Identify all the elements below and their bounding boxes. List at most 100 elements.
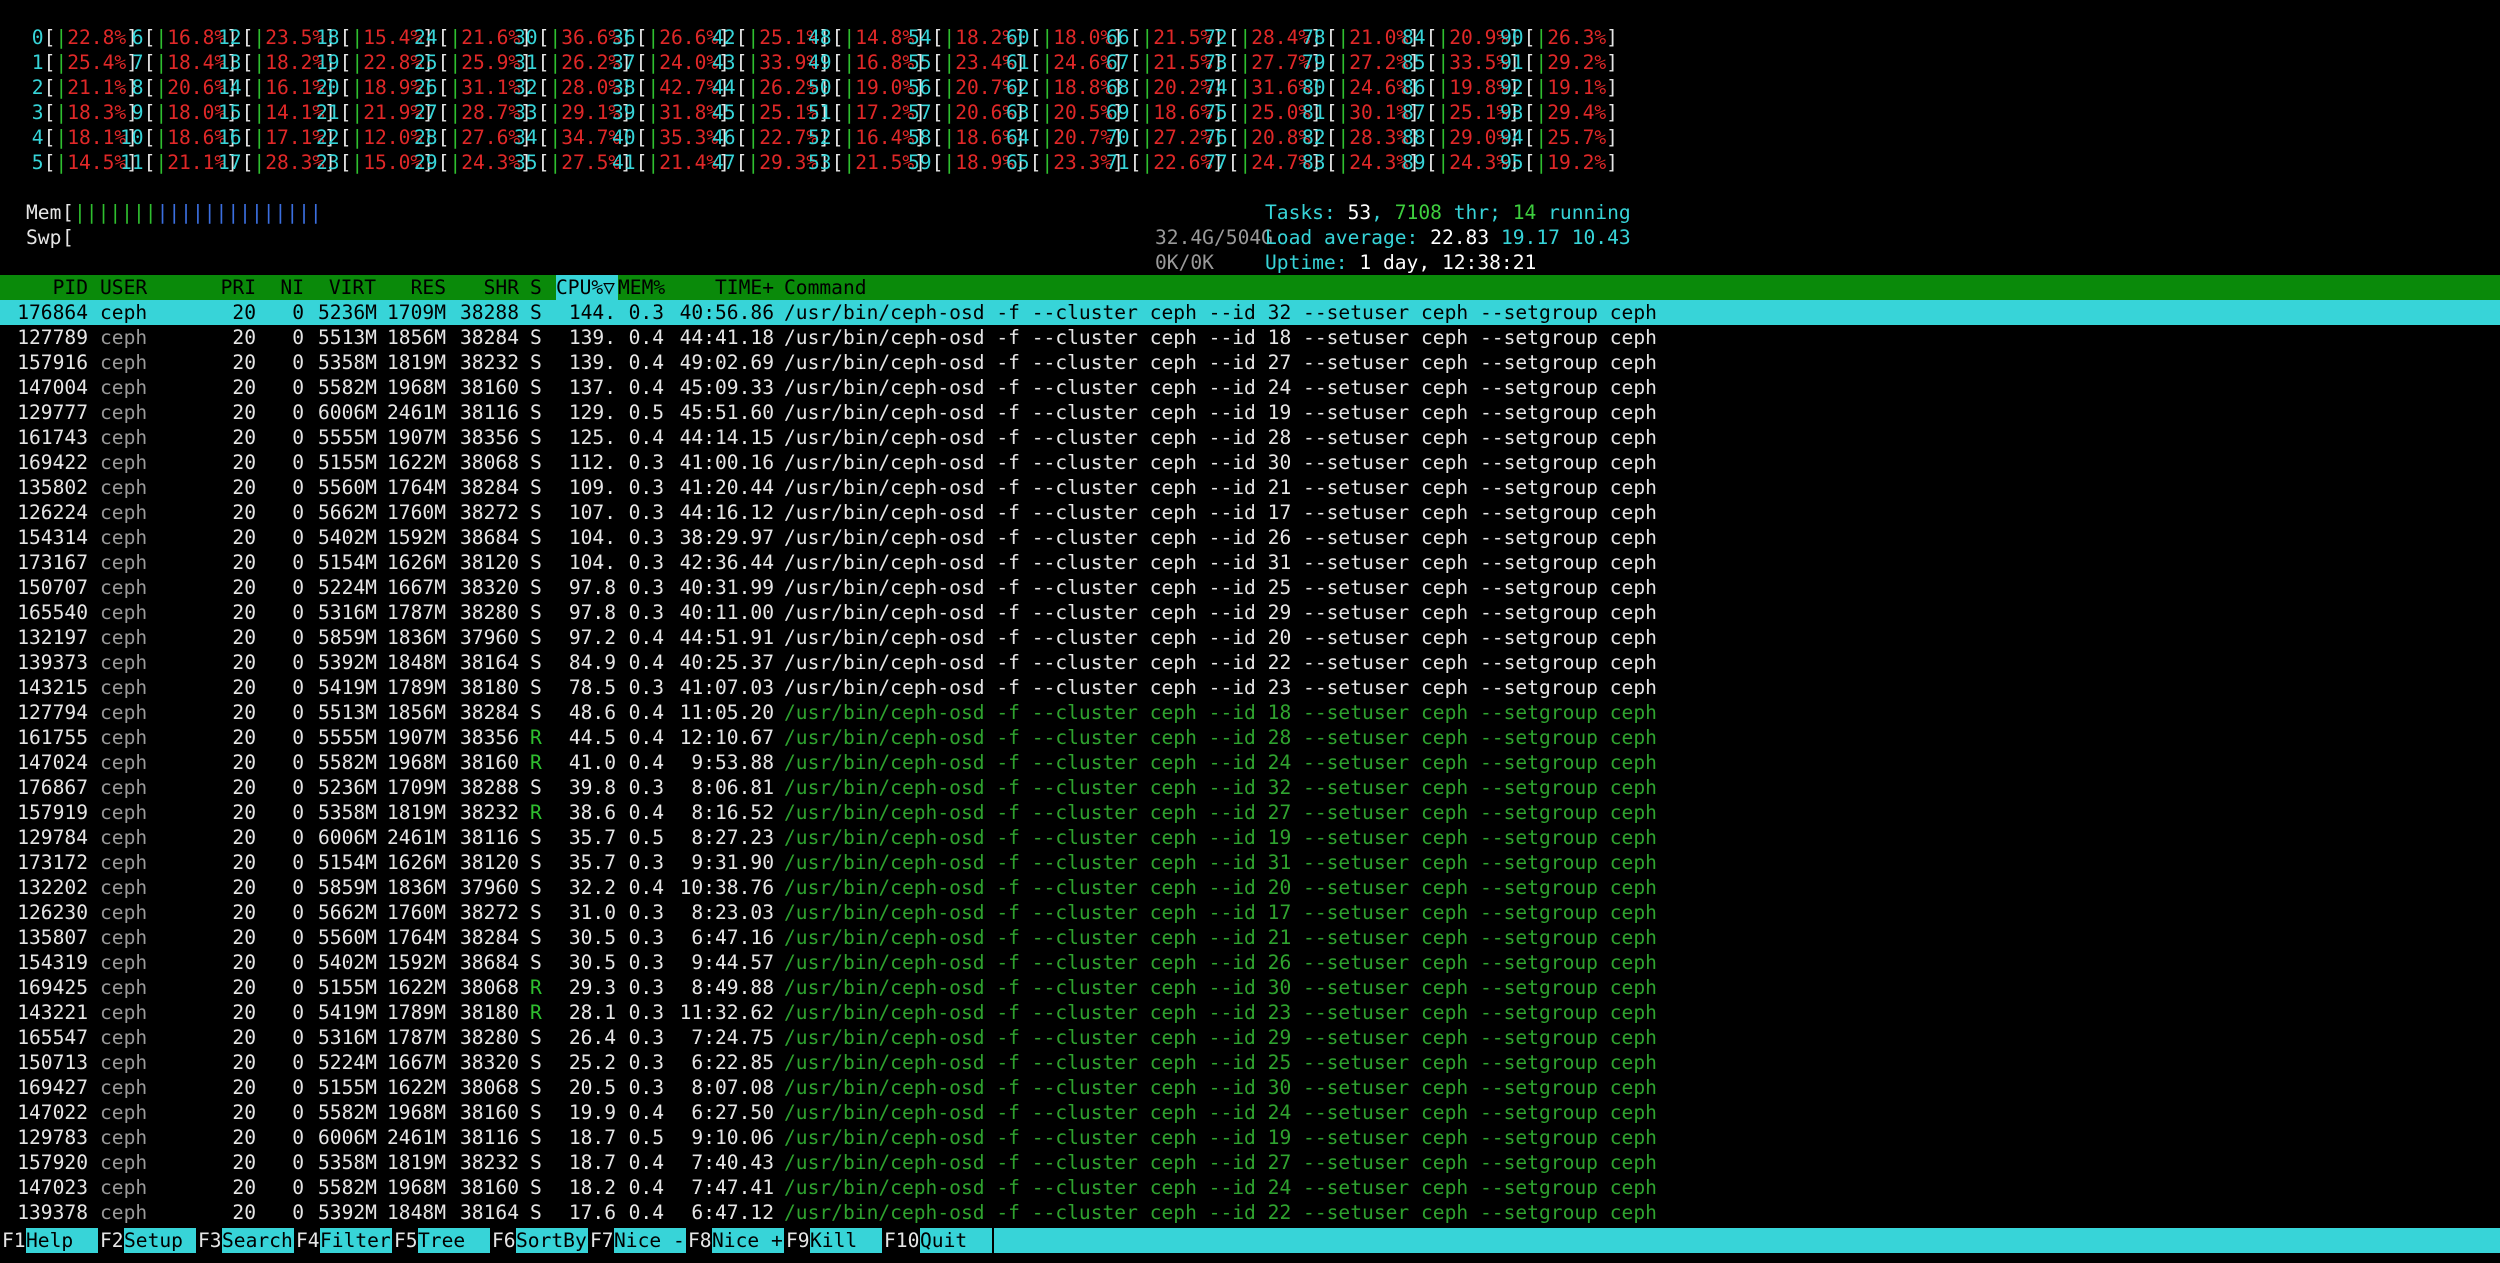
process-row[interactable]: 150707 ceph 20 0 5224M 1667M 38320 S 97.8 0.3 40:3… xyxy=(0,575,2500,600)
process-row[interactable]: 157919 ceph 20 0 5358M 1819M 38232 R 38.6 0.4 8:16… xyxy=(0,800,2500,825)
process-pri: 20 xyxy=(232,726,256,749)
process-ni: 0 xyxy=(292,326,304,349)
process-row[interactable]: 165547 ceph 20 0 5316M 1787M 38280 S 26.4 0.3 7:24… xyxy=(0,1025,2500,1050)
fkey-f9[interactable]: F9 xyxy=(786,1228,810,1253)
process-row[interactable]: 176867 ceph 20 0 5236M 1709M 38288 S 39.8 0.3 8:06… xyxy=(0,775,2500,800)
process-s: S xyxy=(530,476,542,499)
process-res: 1819M xyxy=(387,351,446,374)
cpu-meter-id: 95 xyxy=(1500,151,1524,174)
process-pri: 20 xyxy=(232,826,256,849)
column-header-time[interactable]: TIME+ xyxy=(674,275,774,300)
process-row-selected[interactable]: 176864 ceph 20 0 5236M 1709M 38288 S 144. 0.3 40:5… xyxy=(0,300,2500,325)
process-row[interactable]: 169427 ceph 20 0 5155M 1622M 38068 S 20.5 0.3 8:07… xyxy=(0,1075,2500,1100)
column-header-s[interactable]: S xyxy=(530,275,544,300)
process-row[interactable]: 165540 ceph 20 0 5316M 1787M 38280 S 97.8 0.3 40:1… xyxy=(0,600,2500,625)
process-time: 40:56.86 xyxy=(679,301,774,324)
fkey-label-f10[interactable]: Quit xyxy=(920,1228,992,1253)
cpu-meter-percent: 28.7% xyxy=(461,101,521,124)
cpu-meter-percent: 18.1% xyxy=(67,126,127,149)
process-row[interactable]: 143221 ceph 20 0 5419M 1789M 38180 R 28.1 0.3 11:3… xyxy=(0,1000,2500,1025)
column-header-pid[interactable]: PID xyxy=(10,275,88,300)
process-row[interactable]: 169425 ceph 20 0 5155M 1622M 38068 R 29.3 0.3 8:49… xyxy=(0,975,2500,1000)
fkey-f10[interactable]: F10 xyxy=(884,1228,919,1253)
process-row[interactable]: 147023 ceph 20 0 5582M 1968M 38160 S 18.2 0.4 7:47… xyxy=(0,1175,2500,1200)
process-row[interactable]: 139373 ceph 20 0 5392M 1848M 38164 S 84.9 0.4 40:2… xyxy=(0,650,2500,675)
process-ni: 0 xyxy=(292,401,304,424)
process-row[interactable]: 135802 ceph 20 0 5560M 1764M 38284 S 109. 0.3 41:2… xyxy=(0,475,2500,500)
fkey-label-f6[interactable]: SortBy xyxy=(516,1228,588,1253)
process-row[interactable]: 157916 ceph 20 0 5358M 1819M 38232 S 139. 0.4 49:0… xyxy=(0,350,2500,375)
fkey-label-f1[interactable]: Help xyxy=(26,1228,98,1253)
process-shr: 37960 xyxy=(460,876,519,899)
process-row[interactable]: 143215 ceph 20 0 5419M 1789M 38180 S 78.5 0.3 41:0… xyxy=(0,675,2500,700)
column-header-virt[interactable]: VIRT xyxy=(318,275,376,300)
fkey-label-f5[interactable]: Tree xyxy=(418,1228,490,1253)
cpu-meter-id: 86 xyxy=(1402,76,1426,99)
fkey-label-f7[interactable]: Nice - xyxy=(614,1228,686,1253)
process-pri: 20 xyxy=(232,351,256,374)
process-res: 1592M xyxy=(387,951,446,974)
process-row[interactable]: 157920 ceph 20 0 5358M 1819M 38232 S 18.7 0.4 7:40… xyxy=(0,1150,2500,1175)
process-s: S xyxy=(530,651,542,674)
process-row[interactable]: 132202 ceph 20 0 5859M 1836M 37960 S 32.2 0.4 10:3… xyxy=(0,875,2500,900)
column-header-pri[interactable]: PRI xyxy=(220,275,256,300)
process-cpu: 109. xyxy=(568,476,616,499)
process-row[interactable]: 147022 ceph 20 0 5582M 1968M 38160 S 19.9 0.4 6:27… xyxy=(0,1100,2500,1125)
process-row[interactable]: 126224 ceph 20 0 5662M 1760M 38272 S 107. 0.3 44:1… xyxy=(0,500,2500,525)
process-pri: 20 xyxy=(232,326,256,349)
process-row[interactable]: 173167 ceph 20 0 5154M 1626M 38120 S 104. 0.3 42:3… xyxy=(0,550,2500,575)
process-virt: 5358M xyxy=(318,801,377,824)
fkey-label-f4[interactable]: Filter xyxy=(320,1228,392,1253)
process-virt: 5560M xyxy=(318,476,377,499)
process-row[interactable]: 135807 ceph 20 0 5560M 1764M 38284 S 30.5 0.3 6:47… xyxy=(0,925,2500,950)
process-pri: 20 xyxy=(232,776,256,799)
process-row[interactable]: 161743 ceph 20 0 5555M 1907M 38356 S 125. 0.4 44:1… xyxy=(0,425,2500,450)
column-header-user[interactable]: USER xyxy=(100,275,220,300)
column-header-shr[interactable]: SHR xyxy=(456,275,519,300)
fkey-f1[interactable]: F1 xyxy=(2,1228,26,1253)
process-pid: 161743 xyxy=(17,426,88,449)
process-row[interactable]: 129784 ceph 20 0 6006M 2461M 38116 S 35.7 0.5 8:27… xyxy=(0,825,2500,850)
process-row[interactable]: 126230 ceph 20 0 5662M 1760M 38272 S 31.0 0.3 8:23… xyxy=(0,900,2500,925)
process-row[interactable]: 147004 ceph 20 0 5582M 1968M 38160 S 137. 0.4 45:0… xyxy=(0,375,2500,400)
fkey-f7[interactable]: F7 xyxy=(590,1228,614,1253)
fkey-label-f3[interactable]: Search xyxy=(222,1228,294,1253)
process-table-header[interactable]: PID USER PRI NI VIRT RES SHR S CPU%▽ MEM% TIME+ Com… xyxy=(0,275,2500,300)
process-command: /usr/bin/ceph-osd -f --cluster ceph --id… xyxy=(784,726,1657,749)
fkey-label-f8[interactable]: Nice + xyxy=(712,1228,784,1253)
cpu-meter-percent: 26.3% xyxy=(1547,26,1607,49)
process-row[interactable]: 129777 ceph 20 0 6006M 2461M 38116 S 129. 0.5 45:5… xyxy=(0,400,2500,425)
process-row[interactable]: 139378 ceph 20 0 5392M 1848M 38164 S 17.6 0.4 6:47… xyxy=(0,1200,2500,1225)
process-s: S xyxy=(530,626,542,649)
process-user: ceph xyxy=(100,376,148,399)
process-user: ceph xyxy=(100,901,148,924)
process-row[interactable]: 154314 ceph 20 0 5402M 1592M 38684 S 104. 0.3 38:2… xyxy=(0,525,2500,550)
process-row[interactable]: 129783 ceph 20 0 6006M 2461M 38116 S 18.7 0.5 9:10… xyxy=(0,1125,2500,1150)
process-row[interactable]: 173172 ceph 20 0 5154M 1626M 38120 S 35.7 0.3 9:31… xyxy=(0,850,2500,875)
fkey-label-f2[interactable]: Setup xyxy=(124,1228,196,1253)
column-header-res[interactable]: RES xyxy=(384,275,446,300)
process-row[interactable]: 154319 ceph 20 0 5402M 1592M 38684 S 30.5 0.3 9:44… xyxy=(0,950,2500,975)
fkey-f8[interactable]: F8 xyxy=(688,1228,712,1253)
column-header-cpu[interactable]: CPU%▽ xyxy=(556,275,618,300)
column-header-ni[interactable]: NI xyxy=(268,275,304,300)
column-header-mem[interactable]: MEM% xyxy=(618,275,666,300)
process-row[interactable]: 150713 ceph 20 0 5224M 1667M 38320 S 25.2 0.3 6:22… xyxy=(0,1050,2500,1075)
fkey-f5[interactable]: F5 xyxy=(394,1228,418,1253)
column-header-command[interactable]: Command xyxy=(784,275,2484,300)
process-row[interactable]: 127789 ceph 20 0 5513M 1856M 38284 S 139. 0.4 44:4… xyxy=(0,325,2500,350)
process-pri: 20 xyxy=(232,851,256,874)
fkey-f4[interactable]: F4 xyxy=(296,1228,320,1253)
process-row[interactable]: 147024 ceph 20 0 5582M 1968M 38160 R 41.0 0.4 9:53… xyxy=(0,750,2500,775)
fkey-f6[interactable]: F6 xyxy=(492,1228,516,1253)
process-row[interactable]: 169422 ceph 20 0 5155M 1622M 38068 S 112. 0.3 41:0… xyxy=(0,450,2500,475)
process-pid: 147004 xyxy=(17,376,88,399)
process-user: ceph xyxy=(100,951,148,974)
process-row[interactable]: 161755 ceph 20 0 5555M 1907M 38356 R 44.5 0.4 12:1… xyxy=(0,725,2500,750)
fkey-label-f9[interactable]: Kill xyxy=(810,1228,882,1253)
fkey-f3[interactable]: F3 xyxy=(198,1228,222,1253)
process-row[interactable]: 127794 ceph 20 0 5513M 1856M 38284 S 48.6 0.4 11:0… xyxy=(0,700,2500,725)
process-row[interactable]: 132197 ceph 20 0 5859M 1836M 37960 S 97.2 0.4 44:5… xyxy=(0,625,2500,650)
fkey-f2[interactable]: F2 xyxy=(100,1228,124,1253)
process-cpu: 144. xyxy=(568,301,616,324)
